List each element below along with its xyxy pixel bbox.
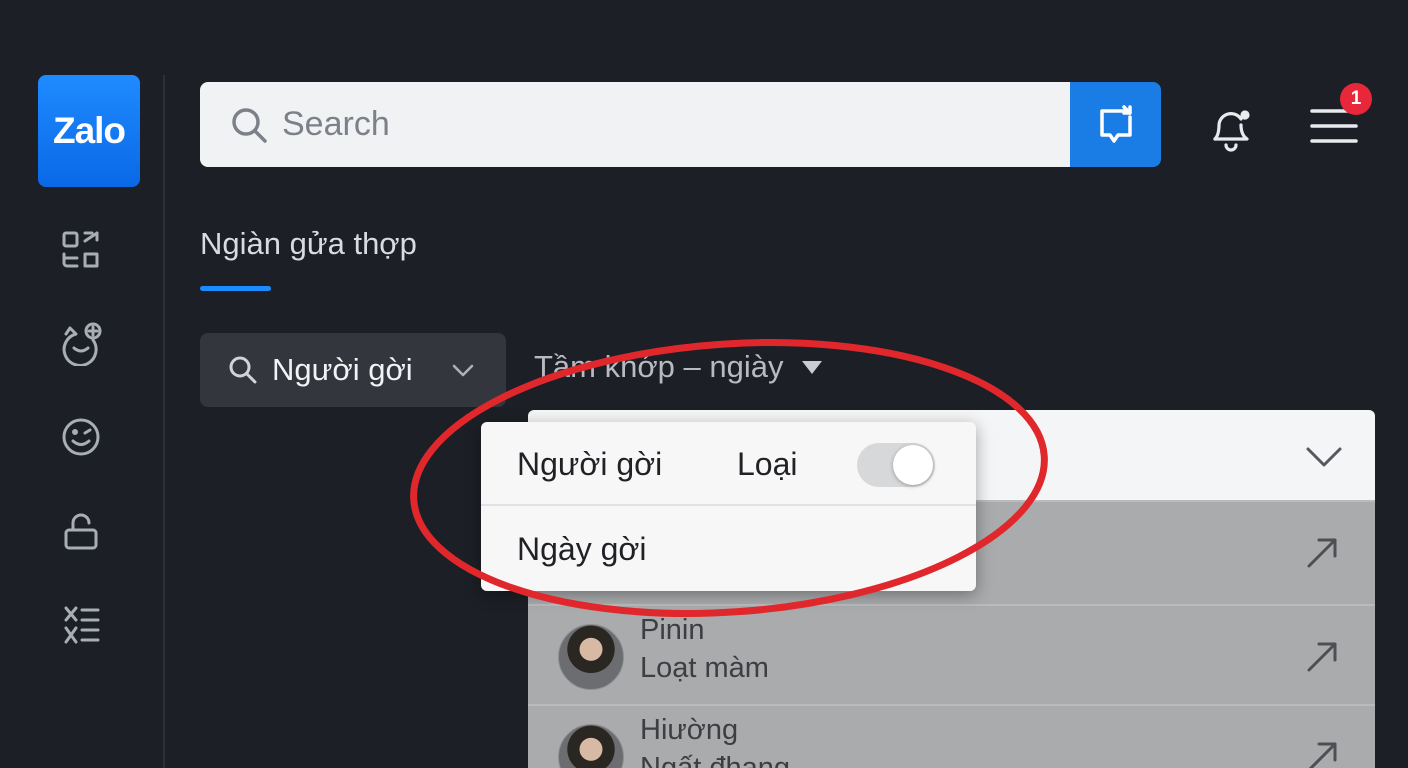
search-bar[interactable] [200,82,1070,167]
notification-bell-icon[interactable] [1203,99,1259,155]
sender-filter-dropdown[interactable]: Người gời [200,333,506,407]
menu-item-type-label: Loại [737,446,798,482]
search-icon [232,107,267,143]
menu-item-sender[interactable]: Người gời Loại [481,422,976,506]
contact-subtitle: Ngất đhang [640,752,790,768]
emoji-icon[interactable] [56,412,106,462]
search-input[interactable] [282,105,1042,144]
list-item[interactable]: Hiường Ngất đhang [528,704,1375,768]
menu-item-label: Ngày gời [517,531,647,567]
app-window: Zalo Search 1 Ngiàn gửa thợp Người gời T… [0,0,1408,768]
sort-dropdown[interactable]: Tầm khớp – ngiày [534,349,822,385]
contact-name: Pinin [640,614,705,646]
chevron-down-icon [452,364,473,377]
contact-subtitle: Loạt màm [640,652,769,684]
sidebar: Zalo [0,0,164,768]
sender-filter-menu: Người gời Loại Ngày gời [481,422,976,591]
compose-button[interactable] [1070,82,1161,167]
lock-icon[interactable] [56,506,106,556]
page-title[interactable]: Ngiàn gửa thợp [200,226,417,262]
compose-icon [1099,104,1132,143]
arrow-up-right-icon[interactable] [1303,736,1343,768]
caret-down-icon [801,360,822,374]
arrow-up-right-icon[interactable] [1303,636,1343,676]
list-icon[interactable] [56,600,106,650]
checkmark-icon[interactable] [1305,437,1343,475]
active-tab-indicator [200,286,271,291]
sort-label-text: Tầm khớp – ngiày [534,349,784,384]
search-icon [229,356,257,384]
contact-name: Hiường [640,714,739,746]
qr-scan-icon[interactable] [56,225,106,275]
toggle-knob [893,445,933,485]
menu-item-label: Người gời [517,446,663,482]
menu-item-send-date[interactable]: Ngày gời [481,507,976,591]
cat-add-icon[interactable] [56,318,106,368]
arrow-up-right-icon[interactable] [1303,532,1343,572]
logo-text: Zalo [52,110,126,151]
list-item[interactable]: Pinin Loạt màm [528,604,1375,704]
notification-badge: 1 [1340,83,1372,115]
sidebar-divider [163,75,165,768]
avatar [558,724,624,768]
type-toggle[interactable] [857,443,935,487]
avatar [558,624,624,690]
zalo-logo[interactable]: Zalo [38,75,140,187]
filter-chip-label: Người gời [272,352,413,387]
